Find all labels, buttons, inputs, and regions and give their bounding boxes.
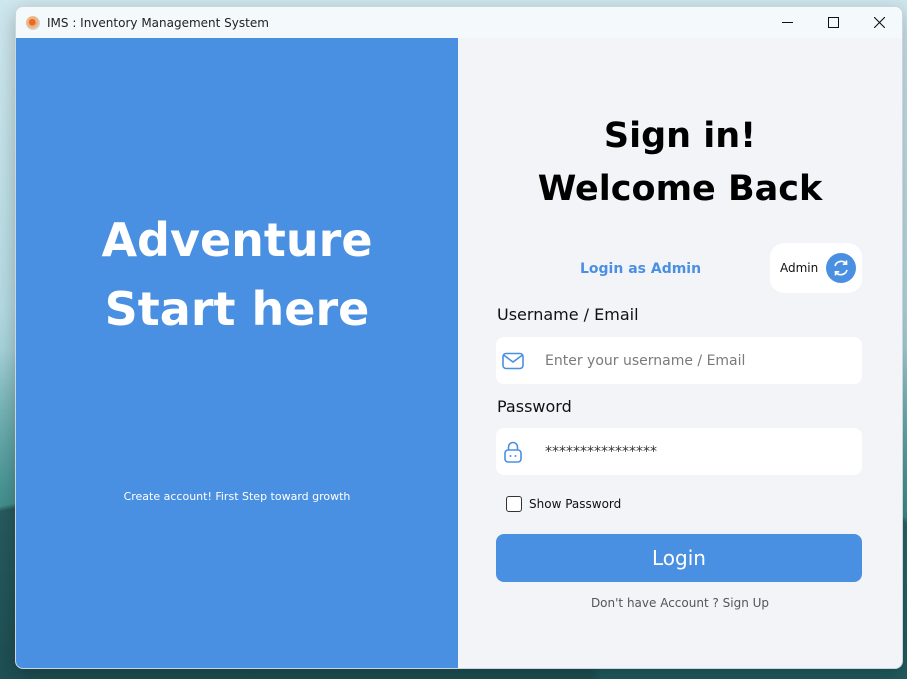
show-password-row[interactable]: Show Password xyxy=(506,496,621,512)
maximize-icon xyxy=(827,17,839,28)
banner-footer-text: Create account! First Step toward growth xyxy=(123,490,351,503)
title-bar: IMS : Inventory Management System xyxy=(16,7,902,38)
password-field[interactable] xyxy=(496,428,862,475)
refresh-icon xyxy=(826,253,857,283)
form-heading: Sign in! Welcome Back xyxy=(458,110,902,216)
window-title: IMS : Inventory Management System xyxy=(47,15,269,30)
login-form-panel: Sign in! Welcome Back Login as Admin Adm… xyxy=(458,38,902,668)
admin-toggle-button[interactable]: Admin xyxy=(770,243,862,293)
password-label: Password xyxy=(497,397,572,416)
banner-headline: Adventure Start here xyxy=(16,206,458,344)
show-password-checkbox[interactable] xyxy=(506,496,522,512)
username-label: Username / Email xyxy=(497,305,639,324)
maximize-button[interactable] xyxy=(810,7,856,38)
banner-headline-line1: Adventure xyxy=(101,213,373,267)
username-field[interactable] xyxy=(496,337,862,384)
app-window: IMS : Inventory Management System Advent… xyxy=(15,6,903,669)
password-input[interactable] xyxy=(543,442,847,461)
minimize-button[interactable] xyxy=(764,7,810,38)
banner-headline-line2: Start here xyxy=(104,282,370,336)
login-as-admin-link[interactable]: Login as Admin xyxy=(580,261,701,277)
lock-icon xyxy=(502,441,524,463)
username-input[interactable] xyxy=(543,351,847,370)
close-icon xyxy=(873,17,885,28)
app-logo-icon xyxy=(26,15,40,30)
show-password-label: Show Password xyxy=(529,497,622,511)
mail-icon xyxy=(502,350,524,372)
heading-line2: Welcome Back xyxy=(537,169,823,209)
signup-link[interactable]: Don't have Account ? Sign Up xyxy=(458,596,902,610)
left-banner-panel: Adventure Start here Create account! Fir… xyxy=(16,38,458,668)
window-controls xyxy=(764,7,902,38)
login-button[interactable]: Login xyxy=(496,534,862,582)
close-button[interactable] xyxy=(856,7,902,38)
heading-line1: Sign in! xyxy=(603,116,757,156)
admin-toggle-label: Admin xyxy=(780,261,819,275)
minimize-icon xyxy=(781,22,793,23)
